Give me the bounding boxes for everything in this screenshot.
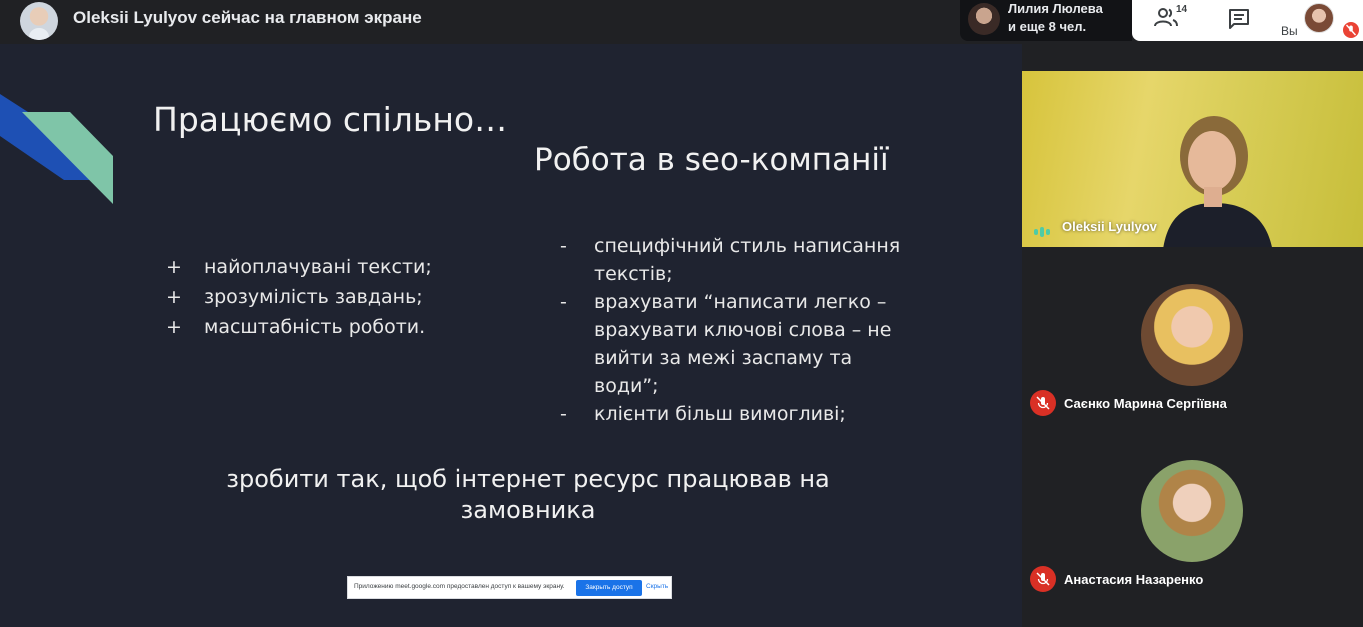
self-label: Вы [1281,24,1298,38]
list-item-text: врахувати “написати легко – врахувати кл… [594,291,892,397]
participant-tile-main[interactable]: Oleksii Lyulyov [1022,71,1363,247]
self-avatar[interactable] [1304,3,1334,33]
participant-name: Саєнко Марина Сергіївна [1064,396,1227,411]
pros-list: + найоплачувані тексти; + зрозумілість зав… [166,252,432,342]
chat-button[interactable] [1228,8,1252,32]
participant-name: Oleksii Lyulyov [1062,219,1157,234]
screen-share-notification: Приложению meet.google.com предоставлен … [347,576,672,599]
stop-sharing-button[interactable]: Закрыть доступ [576,580,642,596]
list-item: + зрозумілість завдань; [166,282,432,312]
speaking-indicator-icon [1034,223,1054,237]
minus-bullet: - [560,235,567,257]
viewer-avatar [968,3,1000,35]
list-item: - специфічний стиль написання текстів; [560,232,920,288]
slide-decoration [0,94,113,204]
list-item: + найоплачувані тексти; [166,252,432,282]
viewer-others: и еще 8 чел. [1008,19,1087,34]
slide-conclusion: зробити так, щоб інтернет ресурс працюва… [226,465,830,524]
mic-off-icon [1030,566,1056,592]
presenter-avatar [20,2,58,40]
cons-list: - специфічний стиль написання текстів; - в… [560,232,920,428]
list-item-text: клієнти більш вимогливі; [594,403,846,425]
people-button[interactable]: 14 [1154,4,1188,34]
participant-avatar [1141,460,1243,562]
list-item: - клієнти більш вимогливі; [560,400,920,428]
people-count: 14 [1176,4,1188,15]
minus-bullet: - [560,291,567,313]
slide-subtitle: Робота в seo-компанії [534,142,889,178]
self-mic-off-icon [1343,22,1359,38]
viewer-name: Лилия Люлева [1008,1,1103,16]
participants-panel: Oleksii Lyulyov Саєнко Марина Сергіївна … [1022,44,1363,627]
participant-video [1163,116,1272,247]
slide-title: Працюємо спільно… [153,100,508,139]
list-item-text: масштабність роботи. [204,316,426,338]
shared-slide: Працюємо спільно… Робота в seo-компанії … [0,44,1022,627]
plus-bullet: + [166,286,182,308]
presenting-status: Oleksii Lyulyov сейчас на главном экране [73,8,422,27]
participant-name: Анастасия Назаренко [1064,572,1204,587]
list-item-text: зрозумілість завдань; [204,286,423,308]
hide-link[interactable]: Скрыть [646,583,668,590]
chat-icon [1229,9,1249,29]
viewers-summary[interactable]: Лилия Люлева и еще 8 чел. [960,0,1132,41]
plus-bullet: + [166,256,182,278]
participant-avatar [1141,284,1243,386]
meet-window: Oleksii Lyulyov сейчас на главном экране… [0,0,1363,627]
list-item-text: найоплачувані тексти; [204,256,432,278]
minus-bullet: - [560,403,567,425]
list-item: - врахувати “написати легко – врахувати к… [560,288,920,400]
plus-bullet: + [166,316,182,338]
panel-bottom [1022,600,1363,627]
people-icon [1154,8,1178,27]
list-item: + масштабність роботи. [166,312,432,342]
list-item-text: специфічний стиль написання текстів; [594,235,901,285]
controls-panel: 14 Вы [1132,0,1363,41]
share-notification-text: Приложению meet.google.com предоставлен … [354,583,565,590]
top-bar: Oleksii Lyulyov сейчас на главном экране… [0,0,1363,44]
mic-off-icon [1030,390,1056,416]
